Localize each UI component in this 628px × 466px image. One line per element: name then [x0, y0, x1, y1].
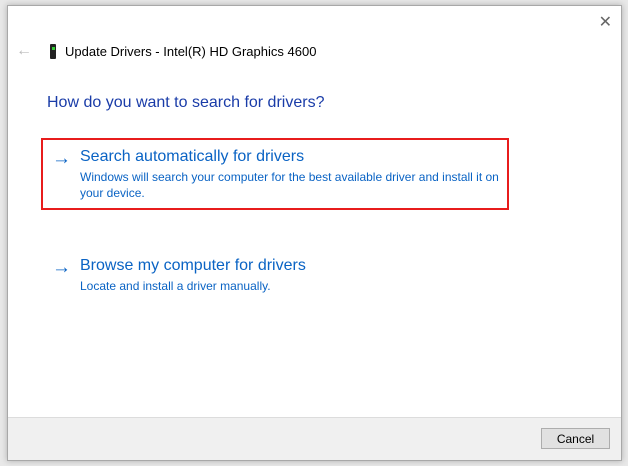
arrow-right-icon: → [52, 148, 71, 169]
update-drivers-dialog: ✕ ← Update Drivers - Intel(R) HD Graphic… [7, 5, 622, 461]
back-arrow-icon[interactable]: ← [16, 42, 32, 60]
option-label: Browse my computer for drivers [80, 257, 306, 274]
cancel-button[interactable]: Cancel [541, 428, 610, 449]
option-description: Windows will search your computer for th… [80, 170, 499, 200]
arrow-right-icon: → [52, 257, 71, 278]
option-label: Search automatically for drivers [80, 148, 305, 165]
browse-computer-option[interactable]: → Browse my computer for drivers Locate … [43, 249, 526, 302]
search-automatically-option[interactable]: → Search automatically for drivers Windo… [41, 138, 509, 210]
option-description: Locate and install a driver manually. [80, 279, 271, 293]
dialog-footer: Cancel [8, 417, 621, 460]
device-icon [50, 44, 56, 59]
close-icon[interactable]: ✕ [599, 12, 612, 32]
page-heading: How do you want to search for drivers? [47, 94, 325, 111]
window-title: Update Drivers - Intel(R) HD Graphics 46… [65, 44, 317, 59]
